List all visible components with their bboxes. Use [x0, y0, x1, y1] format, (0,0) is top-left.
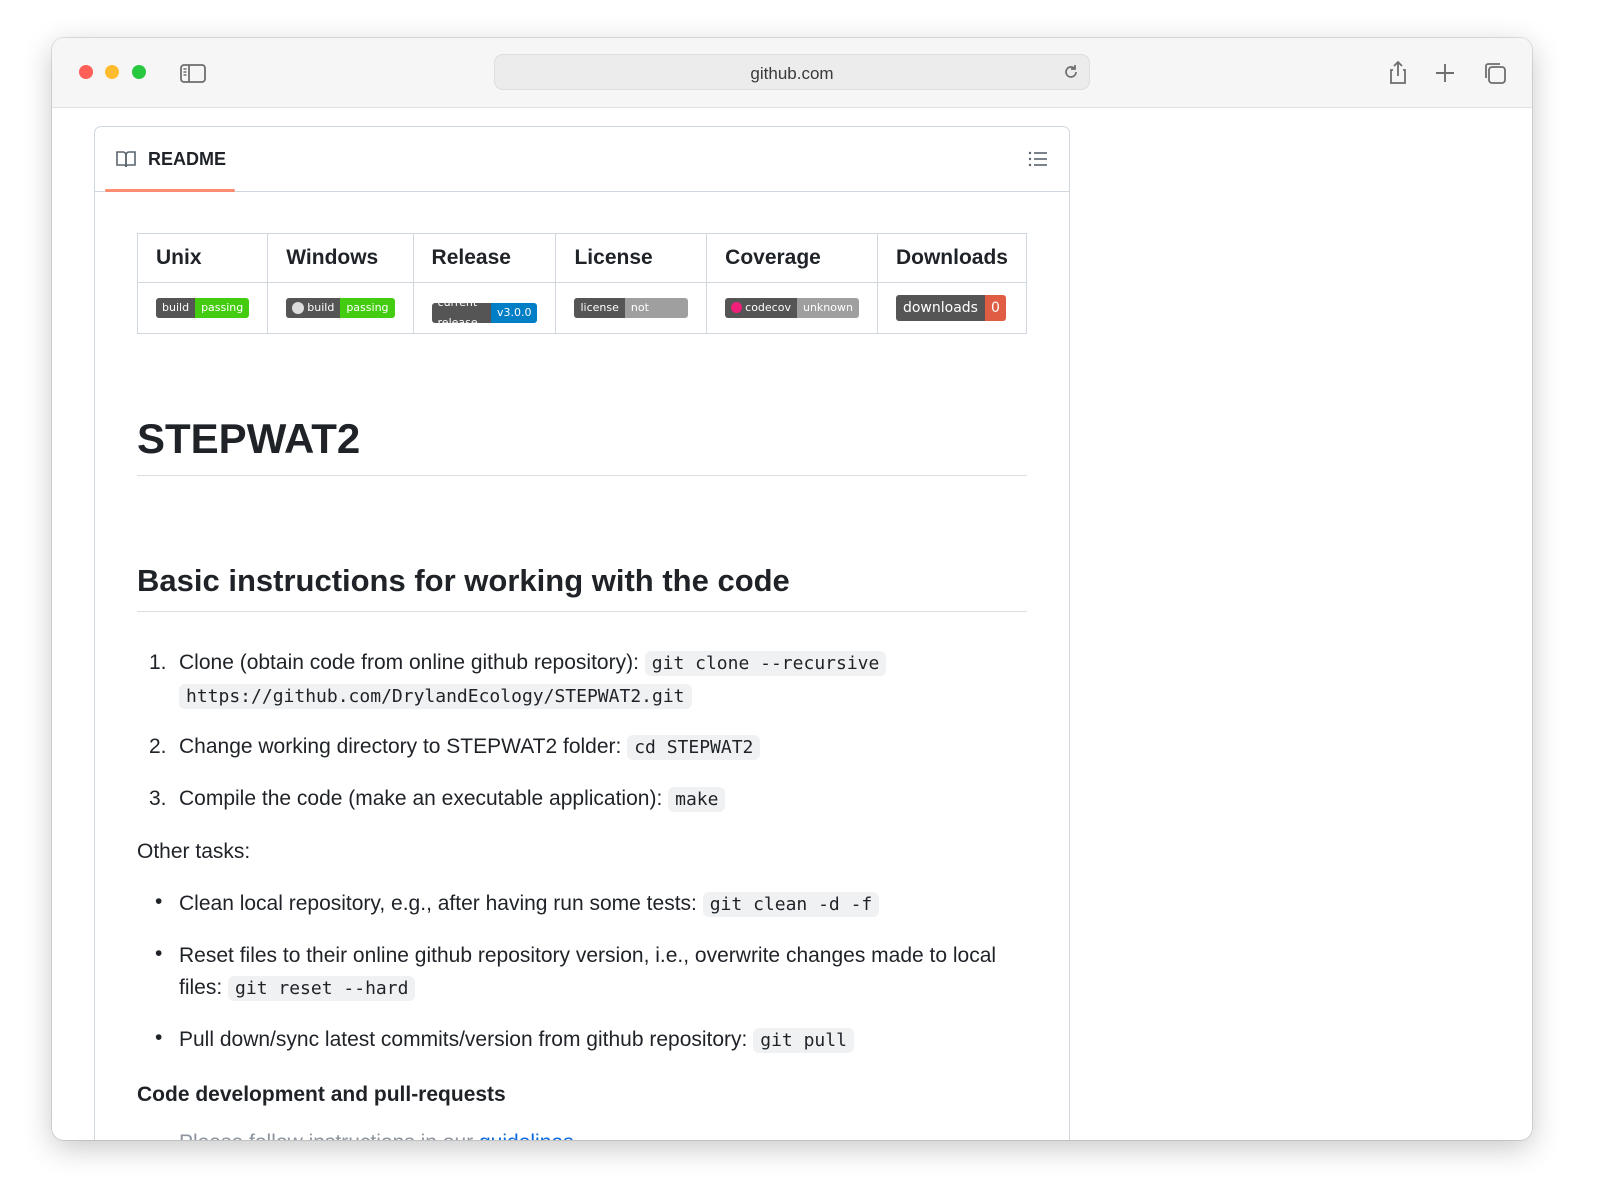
badge-label: build: [156, 298, 196, 318]
step-number: 1.: [149, 651, 167, 674]
column-header-unix: Unix: [136, 233, 269, 283]
license-badge[interactable]: licensenot specified: [574, 298, 689, 318]
active-tab-underline: [105, 189, 235, 192]
subsection-heading: Code development and pull-requests: [137, 1083, 506, 1106]
task-text: Clean local repository, e.g., after havi…: [179, 892, 697, 915]
badge-label-wrap: codecov: [725, 297, 797, 318]
windows-build-badge[interactable]: build passing: [286, 297, 395, 318]
bullet-dot: •: [155, 1026, 163, 1049]
status-badges-table: Unix Windows Release License Coverage Do…: [136, 233, 1028, 334]
other-tasks-label: Other tasks:: [137, 840, 251, 863]
code-snippet: git clone --recursive: [644, 651, 887, 676]
code-snippet: git pull: [753, 1028, 854, 1053]
step-text: Clone (obtain code from online github re…: [179, 651, 639, 674]
column-header-coverage: Coverage: [706, 233, 878, 283]
zoom-window-button[interactable]: [132, 65, 146, 79]
step-number: 3.: [149, 787, 167, 810]
release-badge[interactable]: current releasev3.0.0: [431, 303, 538, 323]
column-header-downloads: Downloads: [876, 233, 1028, 283]
close-window-button[interactable]: [79, 65, 93, 79]
book-icon: [115, 149, 137, 169]
badge-value: passing: [195, 298, 250, 318]
badge-label: license: [574, 298, 625, 318]
section-heading: Basic instructions for working with the …: [137, 563, 1027, 612]
badges-header-row: Unix Windows Release License Coverage Do…: [136, 233, 1028, 283]
task-2: Reset files to their online github repos…: [179, 940, 1029, 1005]
minimize-window-button[interactable]: [105, 65, 119, 79]
column-header-release: Release: [412, 233, 557, 283]
badge-label: downloads: [895, 295, 985, 321]
badge-label: build: [307, 300, 335, 314]
release-badge-cell: current releasev3.0.0: [412, 282, 557, 334]
code-snippet: https://github.com/DrylandEcology/STEPWA…: [179, 684, 692, 709]
coverage-badge[interactable]: codecov unknown: [725, 297, 859, 318]
browser-toolbar: github.com: [52, 38, 1532, 108]
readme-tab-label: README: [148, 149, 227, 169]
codecov-icon: [731, 302, 743, 314]
step-3: Compile the code (make an executable app…: [179, 783, 726, 816]
cut-off-line: Please follow instructions in our guidel…: [179, 1131, 574, 1140]
bullet-dot: •: [155, 890, 163, 913]
badge-value: not specified: [624, 298, 689, 318]
task-1: Clean local repository, e.g., after havi…: [179, 888, 880, 921]
unix-build-badge[interactable]: build passing: [156, 298, 250, 318]
tab-overview-icon[interactable]: [1480, 58, 1510, 88]
badge-value: 0: [984, 295, 1006, 321]
downloads-badge-cell: downloads 0: [876, 282, 1028, 334]
badge-label: codecov: [745, 300, 791, 314]
readme-header: README: [95, 127, 1069, 192]
new-tab-icon[interactable]: [1430, 58, 1460, 88]
code-snippet: git clean -d -f: [702, 892, 880, 917]
code-snippet: git reset --hard: [228, 976, 416, 1001]
code-snippet: make: [668, 787, 726, 812]
page-title: STEPWAT2: [137, 415, 1027, 476]
badge-value: unknown: [796, 297, 859, 318]
badge-value: v3.0.0: [490, 303, 538, 323]
bullet-dot: •: [155, 942, 163, 965]
code-snippet: cd STEPWAT2: [627, 735, 761, 760]
readme-panel: README Unix Windows Release License Cove…: [94, 126, 1070, 1140]
browser-window: github.com README Unix Windows Release L…: [52, 38, 1532, 1140]
step-2: Change working directory to STEPWAT2 fol…: [179, 731, 761, 764]
task-text: Reset files to their online github repos…: [179, 944, 997, 967]
coverage-badge-cell: codecov unknown: [706, 282, 878, 334]
windows-badge-cell: build passing: [267, 282, 414, 334]
badge-value: passing: [340, 297, 395, 318]
badge-label-wrap: build: [286, 297, 341, 318]
sidebar-toggle-icon[interactable]: [178, 58, 208, 88]
readme-tab[interactable]: README: [105, 127, 235, 192]
table-of-contents-icon[interactable]: [1027, 149, 1049, 169]
downloads-badge[interactable]: downloads 0: [895, 295, 1006, 321]
column-header-windows: Windows: [267, 233, 414, 283]
task-3: Pull down/sync latest commits/version fr…: [179, 1024, 854, 1057]
step-number: 2.: [149, 735, 167, 758]
column-header-license: License: [555, 233, 708, 283]
badges-row: buildpassing buildpassing current releas…: [136, 282, 1028, 334]
guidelines-link[interactable]: guidelines: [479, 1131, 574, 1140]
appveyor-icon: [292, 301, 305, 314]
badge-label: current release: [431, 303, 491, 323]
step-1: Clone (obtain code from online github re…: [179, 647, 1029, 713]
task-text: files:: [179, 976, 223, 999]
reload-icon[interactable]: [1061, 62, 1081, 82]
share-icon[interactable]: [1383, 58, 1413, 88]
task-text: Pull down/sync latest commits/version fr…: [179, 1028, 748, 1051]
step-text: Change working directory to STEPWAT2 fol…: [179, 735, 622, 758]
unix-badge-cell: build passing: [136, 282, 269, 334]
step-text: Compile the code (make an executable app…: [179, 787, 663, 810]
address-bar[interactable]: github.com: [494, 54, 1090, 90]
license-badge-cell: licensenot specified: [555, 282, 708, 334]
cut-off-text: Please follow instructions in our: [179, 1131, 473, 1140]
url-text: github.com: [750, 64, 834, 83]
